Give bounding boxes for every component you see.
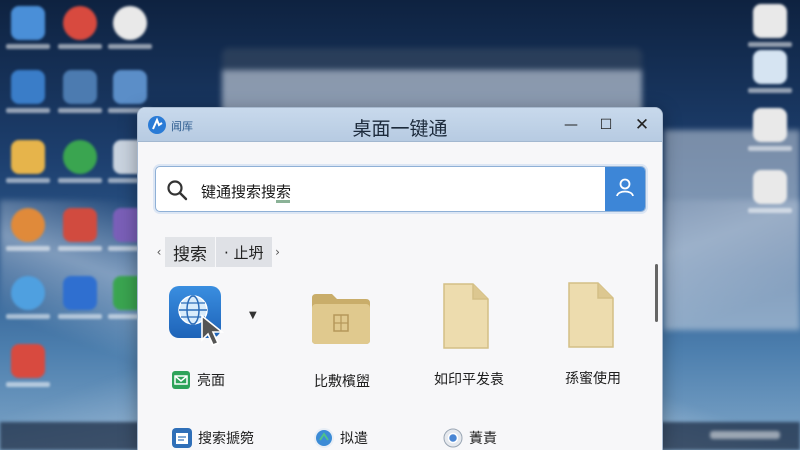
desktop-icon[interactable]	[108, 6, 152, 62]
item-label: 蔶責	[469, 431, 497, 447]
tab-second[interactable]: · 止坍	[216, 237, 272, 267]
desktop-icon[interactable]	[6, 208, 50, 264]
desktop-icon[interactable]	[6, 276, 50, 332]
app-icon	[314, 428, 334, 448]
tab-next-button[interactable]: ›	[272, 245, 284, 259]
item-label[interactable]: 如印平发袁	[434, 369, 504, 389]
desktop-icon[interactable]	[58, 208, 102, 264]
document-icon[interactable]	[566, 280, 616, 354]
item-label[interactable]: 比敷檳盥	[314, 371, 370, 391]
tab-label: 搜索	[173, 244, 207, 265]
search-box[interactable]: 键通搜索搜索	[155, 166, 646, 212]
desktop-icon[interactable]	[6, 70, 50, 126]
folder-icon[interactable]	[310, 288, 372, 350]
tab-prev-button[interactable]: ‹	[153, 245, 165, 259]
close-icon: ✕	[634, 115, 650, 135]
text-cursor	[276, 200, 290, 203]
app-tile-label[interactable]: 亮面	[172, 370, 225, 390]
maximize-button[interactable]: ☐	[594, 114, 618, 136]
tab-label: · 止坍	[224, 243, 264, 262]
desktop-icon[interactable]	[58, 276, 102, 332]
user-icon	[614, 176, 636, 202]
close-button[interactable]: ✕	[630, 114, 654, 136]
dropdown-arrow-icon[interactable]: ▼	[249, 310, 257, 321]
desktop-icon[interactable]	[748, 108, 792, 164]
mail-icon	[172, 371, 190, 389]
app-tile[interactable]: ▼	[169, 286, 259, 366]
search-input[interactable]: 键通搜索搜索	[201, 181, 291, 202]
list-item[interactable]: 拟遣	[314, 428, 368, 448]
list-item[interactable]: 蔶責	[443, 428, 497, 448]
user-button[interactable]	[605, 167, 645, 211]
minimize-icon: —	[564, 117, 578, 133]
list-item[interactable]: 搜索搋箢	[172, 428, 254, 448]
calendar-icon	[172, 428, 192, 448]
app-window: 闻厍 桌面一键通 — ☐ ✕ 键通搜索搜索 ‹ 搜索 · 止坍 › ▼ 亮面 比…	[137, 107, 663, 450]
tab-bar: ‹ 搜索 · 止坍 ›	[153, 237, 284, 267]
maximize-icon: ☐	[599, 117, 613, 133]
system-tray[interactable]	[710, 431, 780, 439]
document-icon[interactable]	[441, 281, 491, 355]
tab-search[interactable]: 搜索	[165, 237, 215, 267]
desktop-icon[interactable]	[58, 6, 102, 62]
desktop-icon[interactable]	[748, 170, 792, 226]
item-label: 亮面	[197, 373, 225, 389]
title-bar[interactable]: 闻厍 桌面一键通 — ☐ ✕	[138, 108, 662, 142]
search-icon	[166, 179, 188, 205]
desktop-icon[interactable]	[6, 6, 50, 62]
window-title: 桌面一键通	[352, 118, 448, 140]
minimize-button[interactable]: —	[559, 114, 583, 136]
desktop-icon[interactable]	[58, 140, 102, 196]
item-label[interactable]: 孫蜜使用	[565, 368, 621, 388]
item-label: 拟遣	[340, 431, 368, 447]
desktop-icon[interactable]	[58, 70, 102, 126]
scrollbar[interactable]	[655, 264, 658, 322]
mouse-pointer-icon	[199, 314, 229, 352]
chrome-icon	[443, 428, 463, 448]
item-label: 搜索搋箢	[198, 431, 254, 447]
desktop-icon[interactable]	[6, 140, 50, 196]
desktop-icon[interactable]	[748, 50, 792, 106]
desktop-icon[interactable]	[6, 344, 50, 400]
